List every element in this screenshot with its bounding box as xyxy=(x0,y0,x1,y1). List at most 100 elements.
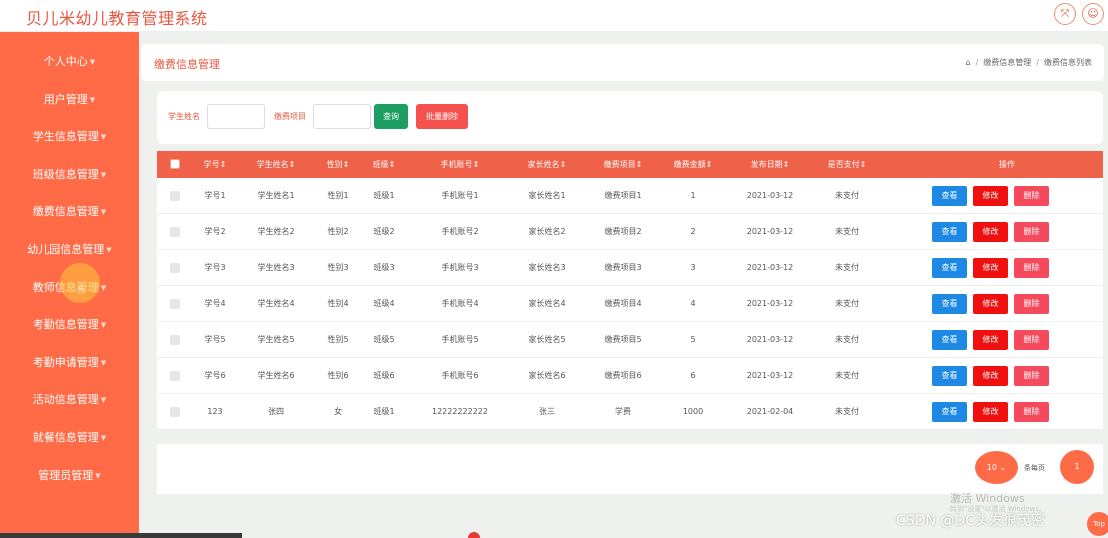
table-cell: 未支付 xyxy=(835,263,859,272)
table-cell: 缴费项目4 xyxy=(604,299,642,308)
column-header[interactable]: 班级⇕ xyxy=(373,151,396,178)
table-cell: 4 xyxy=(690,299,696,308)
view-button[interactable]: 查看 xyxy=(932,330,967,350)
column-header[interactable]: 家长姓名⇕ xyxy=(528,151,567,178)
sort-icon: ⇕ xyxy=(342,160,350,169)
delete-button[interactable]: 删除 xyxy=(1014,402,1049,422)
column-header[interactable]: 缴费金额⇕ xyxy=(674,151,713,178)
delete-button[interactable]: 删除 xyxy=(1014,294,1049,314)
sidebar-item[interactable]: 用户管理 ▼ xyxy=(0,88,139,112)
sidebar-item[interactable]: 个人中心 ▼ xyxy=(0,50,139,74)
delete-button[interactable]: 删除 xyxy=(1014,330,1049,350)
table-cell: 未支付 xyxy=(835,299,859,308)
view-button[interactable]: 查看 xyxy=(932,366,967,386)
caret-down-icon: ▼ xyxy=(100,208,107,216)
sidebar-item[interactable]: 幼儿园信息管理 ▼ xyxy=(0,238,139,262)
table-cell: 女 xyxy=(334,407,342,416)
view-button[interactable]: 查看 xyxy=(932,258,967,278)
sidebar-item[interactable]: 考勤信息管理 ▼ xyxy=(0,313,139,337)
sidebar-item-label: 班级信息管理 xyxy=(32,168,99,181)
edit-button[interactable]: 修改 xyxy=(973,366,1008,386)
caret-down-icon: ▼ xyxy=(100,321,107,329)
hand-cursor-icon: ☝ xyxy=(76,282,85,298)
record-indicator-icon xyxy=(468,532,480,538)
delete-button[interactable]: 删除 xyxy=(1014,366,1049,386)
student-name-input[interactable] xyxy=(207,104,265,129)
column-header[interactable]: 手机账号⇕ xyxy=(441,151,480,178)
column-header[interactable]: 性别⇕ xyxy=(327,151,350,178)
row-checkbox[interactable] xyxy=(170,263,180,273)
page-number-current[interactable]: 1 xyxy=(1060,450,1094,484)
edit-button[interactable]: 修改 xyxy=(973,330,1008,350)
bulk-delete-button[interactable]: 批量删除 xyxy=(416,104,468,129)
sidebar-item[interactable]: 活动信息管理 ▼ xyxy=(0,388,139,412)
table-cell: 2021-03-12 xyxy=(746,263,794,272)
query-button[interactable]: 查询 xyxy=(374,104,408,129)
view-button[interactable]: 查看 xyxy=(932,222,967,242)
edit-button[interactable]: 修改 xyxy=(973,402,1008,422)
table-cell: 学号5 xyxy=(204,335,226,344)
sidebar-item[interactable]: 管理员管理 ▼ xyxy=(0,464,139,488)
row-checkbox[interactable] xyxy=(170,191,180,201)
data-table: 学号⇕ 学生姓名⇕ 性别⇕ 班级⇕ 手机账号⇕ 家长姓名⇕ 缴费项目⇕ 缴费金额⇕ 发布日期⇕ 是… xyxy=(157,151,1103,430)
sidebar-item[interactable]: 就餐信息管理 ▼ xyxy=(0,426,139,450)
table-row: 学号4 学生姓名4 性别4 班级4 手机账号4 家长姓名4 缴费项目4 4 2021-03-12… xyxy=(157,286,1103,322)
home-icon[interactable]: ⌂ xyxy=(966,58,971,67)
table-cell: 学生姓名6 xyxy=(257,371,295,380)
table-cell: 性别4 xyxy=(327,299,349,308)
delete-button[interactable]: 删除 xyxy=(1014,186,1049,206)
table-cell: 缴费项目1 xyxy=(604,191,642,200)
user-icon[interactable]: ☺ xyxy=(1082,3,1104,25)
fullscreen-icon[interactable]: ⤧ xyxy=(1054,3,1076,25)
sidebar-item-label: 就餐信息管理 xyxy=(32,431,99,444)
table-cell: 2 xyxy=(690,227,696,236)
table-cell: 手机账号2 xyxy=(441,227,479,236)
app-title: 贝儿米幼儿教育管理系统 xyxy=(26,9,208,28)
sort-icon: ⇕ xyxy=(388,160,396,169)
select-all-checkbox[interactable] xyxy=(170,159,180,169)
column-header[interactable]: 学生姓名⇕ xyxy=(257,151,296,178)
edit-button[interactable]: 修改 xyxy=(973,294,1008,314)
table-cell: 缴费项目2 xyxy=(604,227,642,236)
breadcrumb-item[interactable]: 缴费信息管理 xyxy=(983,58,1031,67)
row-checkbox[interactable] xyxy=(170,299,180,309)
table-cell: 5 xyxy=(690,335,696,344)
sort-icon: ⇕ xyxy=(859,160,867,169)
sidebar-item[interactable]: 学生信息管理 ▼ xyxy=(0,125,139,149)
table-cell: 班级4 xyxy=(373,299,395,308)
table-cell: 家长姓名4 xyxy=(528,299,566,308)
row-checkbox[interactable] xyxy=(170,407,180,417)
row-checkbox[interactable] xyxy=(170,335,180,345)
table-cell: 班级3 xyxy=(373,263,395,272)
view-button[interactable]: 查看 xyxy=(932,186,967,206)
table-cell: 3 xyxy=(690,263,696,272)
delete-button[interactable]: 删除 xyxy=(1014,258,1049,278)
view-button[interactable]: 查看 xyxy=(932,294,967,314)
table-row: 学号6 学生姓名6 性别6 班级6 手机账号6 家长姓名6 缴费项目6 6 2021-03-12… xyxy=(157,358,1103,394)
column-header[interactable]: 学号⇕ xyxy=(204,151,227,178)
table-cell: 2021-03-12 xyxy=(746,335,794,344)
sidebar-item[interactable]: 考勤申请管理 ▼ xyxy=(0,351,139,375)
row-checkbox[interactable] xyxy=(170,371,180,381)
column-header[interactable]: 缴费项目⇕ xyxy=(604,151,643,178)
sidebar-item[interactable]: 缴费信息管理 ▼ xyxy=(0,200,139,224)
edit-button[interactable]: 修改 xyxy=(973,258,1008,278)
table-cell: 12222222222 xyxy=(432,407,488,416)
table-cell: 性别2 xyxy=(327,227,349,236)
table-cell: 张三 xyxy=(539,407,555,416)
sort-icon: ⇕ xyxy=(288,160,296,169)
page-size-select[interactable]: 10 ⌄ xyxy=(975,451,1018,484)
table-cell: 学生姓名1 xyxy=(257,191,295,200)
row-checkbox[interactable] xyxy=(170,227,180,237)
sidebar-item[interactable]: 班级信息管理 ▼ xyxy=(0,163,139,187)
column-header[interactable]: 发布日期⇕ xyxy=(751,151,790,178)
edit-button[interactable]: 修改 xyxy=(973,186,1008,206)
table-cell: 手机账号6 xyxy=(441,371,479,380)
column-header[interactable]: 是否支付⇕ xyxy=(828,151,867,178)
view-button[interactable]: 查看 xyxy=(932,402,967,422)
caret-down-icon: ▼ xyxy=(100,133,107,141)
payment-item-input[interactable] xyxy=(313,104,371,129)
back-to-top-button[interactable]: Top xyxy=(1087,512,1108,536)
delete-button[interactable]: 删除 xyxy=(1014,222,1049,242)
edit-button[interactable]: 修改 xyxy=(973,222,1008,242)
